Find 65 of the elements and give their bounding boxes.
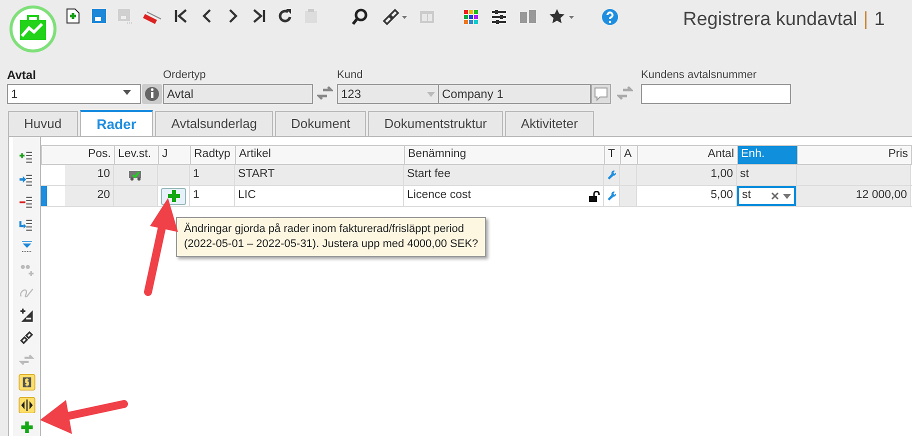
tab[interactable]: Dokument <box>275 111 366 136</box>
column-header[interactable]: T <box>605 146 621 164</box>
tab[interactable]: Huvud <box>8 111 78 136</box>
tooltip: Ändringar gjorda på rader inom fakturerad/frisläppt period (2022-05-01 – 2022-05-31). Justera upp med 4000,00 SEK? <box>176 217 486 257</box>
title-separator: | <box>863 8 868 32</box>
link-icon[interactable] <box>381 8 407 26</box>
tab[interactable]: Rader <box>80 110 154 137</box>
column-header[interactable]: Pris <box>798 146 912 164</box>
window-number: 1 <box>874 8 885 32</box>
wrench-icon[interactable] <box>607 168 616 182</box>
comment-icon <box>591 84 611 104</box>
table-cell: 10 <box>65 165 114 185</box>
table-cell-text: Start fee <box>407 167 450 182</box>
caret-icon[interactable] <box>123 90 131 95</box>
agreement-number-field[interactable] <box>641 84 791 104</box>
field-label: Avtal <box>7 68 37 82</box>
new-document-icon[interactable] <box>65 8 81 26</box>
agreement-dropdown[interactable]: 1 <box>7 84 141 104</box>
color-grid-icon[interactable] <box>463 8 479 26</box>
tab[interactable]: Dokumentstruktur <box>368 111 503 136</box>
add-button[interactable] <box>161 188 186 204</box>
dollar-icon[interactable] <box>16 374 36 391</box>
table-cell: 12 000,00 <box>797 186 911 206</box>
unit-dropdown[interactable]: st <box>737 186 796 206</box>
info-icon[interactable] <box>142 84 162 104</box>
customer-name-field: Company 1 <box>439 84 591 104</box>
field-label: Ordertyp <box>163 68 207 82</box>
table-cell: 1 <box>190 165 235 185</box>
sliders-icon[interactable] <box>491 8 507 26</box>
clipboard-icon <box>303 8 319 26</box>
column-header[interactable]: Enh. <box>738 146 798 164</box>
table-cell: st <box>737 165 797 185</box>
table-cell: 1,00 <box>637 165 737 185</box>
wrench-icon[interactable] <box>607 189 616 203</box>
table-cell: 20 <box>65 186 114 206</box>
field-label: Kundens avtalsnummer <box>641 68 758 82</box>
column-header[interactable]: A <box>621 146 638 164</box>
column-header[interactable]: Pos. <box>66 146 115 164</box>
tab[interactable]: Aktiviteter <box>504 111 594 136</box>
column-header[interactable]: Artikel <box>236 146 405 164</box>
star-icon[interactable] <box>549 8 575 26</box>
search-icon[interactable] <box>351 8 369 26</box>
save-icon <box>117 8 133 26</box>
swap-arrows-icon <box>317 86 333 100</box>
caret-icon[interactable] <box>783 194 791 198</box>
column-header[interactable]: J <box>159 146 191 164</box>
save-icon[interactable] <box>91 8 107 26</box>
table-cell-text: Licence cost <box>407 188 471 204</box>
column-header[interactable]: Radtyp <box>191 146 236 164</box>
help-icon[interactable] <box>601 8 619 26</box>
first-icon[interactable] <box>173 8 189 26</box>
last-icon[interactable] <box>251 8 267 26</box>
order-type-field: Avtal <box>163 84 313 104</box>
column-header[interactable]: Benämning <box>405 146 605 164</box>
briefcase-logo-icon <box>9 5 57 53</box>
plus-icon <box>168 190 180 202</box>
table-cell: START <box>235 165 404 185</box>
panel-icon <box>419 8 435 26</box>
swap-arrows-icon <box>617 86 633 100</box>
column-header[interactable]: Lev.st. <box>115 146 159 164</box>
window-title: Registrera kundavtal <box>683 8 858 32</box>
clear-icon[interactable] <box>771 192 779 200</box>
tab[interactable]: Avtalsunderlag <box>155 111 274 136</box>
field-label: Kund <box>337 68 364 82</box>
caret-icon <box>427 92 435 96</box>
